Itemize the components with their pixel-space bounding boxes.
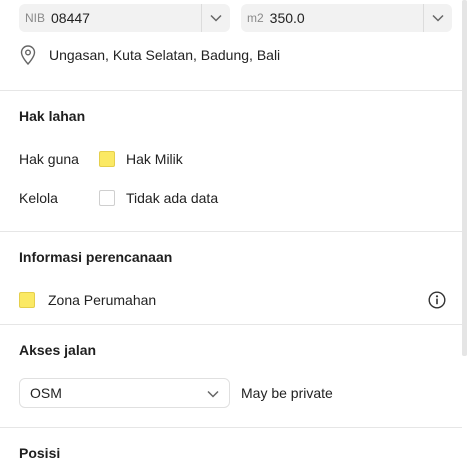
info-icon[interactable] [428,291,446,309]
nib-prefix: NIB [25,11,46,25]
location-line: Ungasan, Kuta Selatan, Badung, Bali [19,45,281,66]
row-label: Hak guna [19,151,79,167]
land-right-row-kelola: Kelola Tidak ada data [19,190,218,206]
location-text: Ungasan, Kuta Selatan, Badung, Bali [49,47,281,63]
position-title: Posisi [19,445,61,461]
zone-label: Zona Perumahan [48,292,157,308]
chevron-down-icon[interactable] [423,4,452,32]
land-right-row-hak-guna: Hak guna Hak Milik [19,151,183,167]
area-value: 350.0 [269,10,305,26]
chevron-down-icon[interactable] [201,4,230,32]
map-pin-icon [19,45,37,66]
road-access-note: May be private [241,385,333,401]
zone-color-swatch [19,292,35,308]
property-panel: NIB 08447 m2 350.0 Ungasan, Kuta Selatan… [0,0,462,467]
divider [0,90,462,91]
area-field[interactable]: m2 350.0 [241,4,452,32]
divider [0,427,462,428]
row-label: Kelola [19,190,58,206]
color-swatch [99,151,115,167]
planning-title: Informasi perencanaan [19,249,173,265]
divider [0,231,462,232]
road-source-select[interactable]: OSM [19,378,230,408]
chevron-down-icon [207,385,219,401]
nib-value: 08447 [51,10,90,26]
scrollbar[interactable] [462,0,467,356]
color-swatch [99,190,115,206]
nib-field[interactable]: NIB 08447 [19,4,230,32]
row-value: Tidak ada data [126,190,219,206]
road-access-title: Akses jalan [19,342,97,358]
road-source-value: OSM [30,385,62,401]
zone-row: Zona Perumahan [19,292,156,308]
row-value: Hak Milik [126,151,183,167]
area-prefix: m2 [247,11,264,25]
divider [0,324,462,325]
land-rights-title: Hak lahan [19,108,86,124]
